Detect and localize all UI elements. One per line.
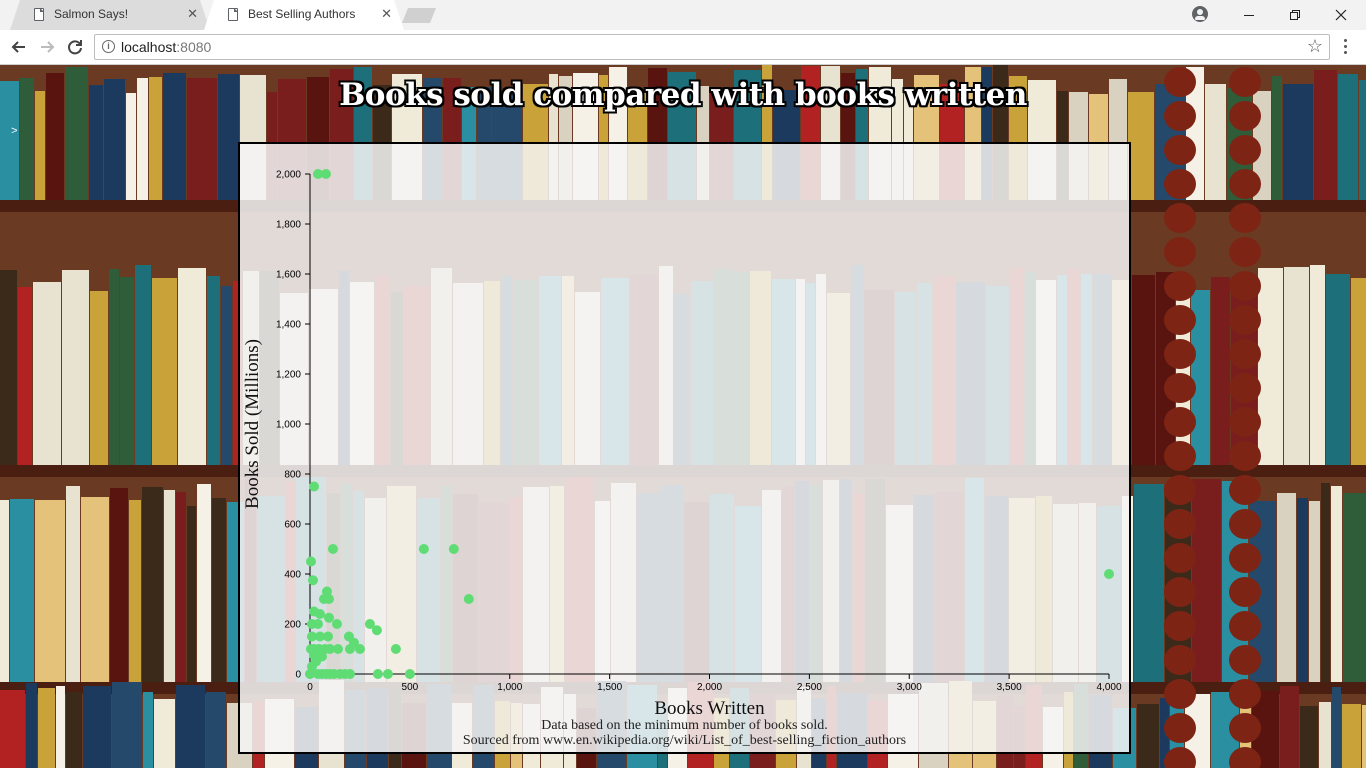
- data-point: [323, 612, 334, 623]
- url-text: localhost:8080: [121, 39, 212, 55]
- x-tick-label: 1,000: [497, 682, 522, 693]
- chart-panel: 0 500 1,000 1,500 2,000 2,500 3,000 3,500 4,000 0…: [238, 142, 1131, 754]
- y-tick-label: 1,000: [276, 420, 301, 431]
- restore-icon: [1290, 10, 1300, 20]
- y-tick-label: 800: [284, 470, 301, 481]
- data-point: [344, 669, 355, 679]
- x-tick-label: 2,000: [697, 682, 722, 693]
- data-point: [390, 644, 401, 654]
- x-tick-label: 3,500: [997, 682, 1022, 693]
- page-icon: [228, 8, 238, 21]
- y-tick-label: 1,600: [276, 270, 301, 281]
- x-tick-label: 4,000: [1096, 682, 1121, 693]
- data-point: [344, 644, 355, 654]
- forward-arrow-icon: [41, 41, 55, 53]
- address-bar[interactable]: i localhost:8080 ☆: [94, 34, 1330, 60]
- data-point: [382, 669, 393, 679]
- source-note: Sourced from www.en.wikipedia.org/wiki/L…: [462, 733, 907, 748]
- x-axis-title: Books Written: [654, 698, 765, 719]
- close-window-button[interactable]: [1318, 0, 1364, 30]
- y-tick-label: 1,200: [276, 370, 301, 381]
- y-tick-label: 600: [284, 520, 301, 531]
- data-point: [308, 481, 319, 492]
- close-icon: [1335, 9, 1347, 21]
- data-point: [323, 594, 334, 604]
- data-point: [371, 625, 382, 636]
- tab-title: Best Selling Authors: [248, 7, 356, 21]
- data-point: [305, 556, 316, 567]
- data-point: [448, 544, 459, 554]
- y-axis-title: Books Sold (Millions): [242, 339, 263, 509]
- y-tick-label: 400: [284, 570, 301, 581]
- info-icon[interactable]: i: [102, 40, 115, 53]
- close-icon[interactable]: ✕: [187, 7, 198, 21]
- scatter-chart: 0 500 1,000 1,500 2,000 2,500 3,000 3,500 4,000 0…: [242, 169, 1122, 719]
- data-point: [322, 631, 333, 642]
- forward-button[interactable]: [36, 36, 58, 58]
- data-point: [418, 544, 429, 554]
- x-tick-label: 2,500: [797, 682, 822, 693]
- x-tick-label: 1,500: [597, 682, 622, 693]
- x-tick-label: 500: [402, 682, 419, 693]
- new-tab-button[interactable]: [402, 8, 436, 23]
- profile-icon[interactable]: [1192, 6, 1208, 22]
- y-tick-label: 2,000: [276, 170, 301, 181]
- data-point: [314, 609, 325, 619]
- y-tick-label: 200: [284, 620, 301, 631]
- data-point: [463, 594, 474, 604]
- y-tick-label: 0: [295, 670, 301, 681]
- tab-title: Salmon Says!: [54, 7, 129, 21]
- bookmark-star-icon[interactable]: ☆: [1307, 36, 1323, 57]
- data-point: [312, 619, 323, 629]
- data-point: [404, 669, 415, 679]
- data-point: [1104, 569, 1114, 579]
- data-point: [307, 575, 318, 586]
- page-icon: [34, 8, 44, 21]
- browser-menu-button[interactable]: [1340, 36, 1352, 58]
- caret-text: >: [11, 126, 18, 138]
- y-tick-label: 1,400: [276, 320, 301, 331]
- data-note: Data based on the minimum number of book…: [541, 718, 828, 733]
- close-icon[interactable]: ✕: [381, 7, 392, 21]
- data-point: [331, 619, 342, 629]
- reload-button[interactable]: [64, 36, 86, 58]
- y-tick-label: 1,800: [276, 220, 301, 231]
- minimize-button[interactable]: [1226, 0, 1272, 30]
- tab-best-selling-authors[interactable]: Best Selling Authors ✕: [204, 0, 404, 30]
- reload-icon: [68, 40, 82, 55]
- page-title: Books sold compared with books written: [339, 77, 1027, 113]
- x-tick-label: 3,000: [897, 682, 922, 693]
- tab-salmon-says[interactable]: Salmon Says! ✕: [10, 0, 210, 30]
- data-point: [327, 544, 338, 554]
- minimize-icon: [1244, 15, 1254, 16]
- data-point: [354, 644, 365, 654]
- x-tick-label: 0: [307, 682, 313, 693]
- data-point: [332, 644, 343, 654]
- browser-toolbar: i localhost:8080 ☆: [0, 30, 1366, 65]
- back-button[interactable]: [8, 36, 30, 58]
- data-point: [320, 169, 331, 179]
- back-arrow-icon: [11, 41, 25, 53]
- data-point: [372, 669, 383, 679]
- page-viewport: > Books sold compared with books written…: [0, 65, 1366, 768]
- restore-button[interactable]: [1272, 0, 1318, 30]
- tab-strip: Salmon Says! ✕ Best Selling Authors ✕: [0, 0, 1366, 30]
